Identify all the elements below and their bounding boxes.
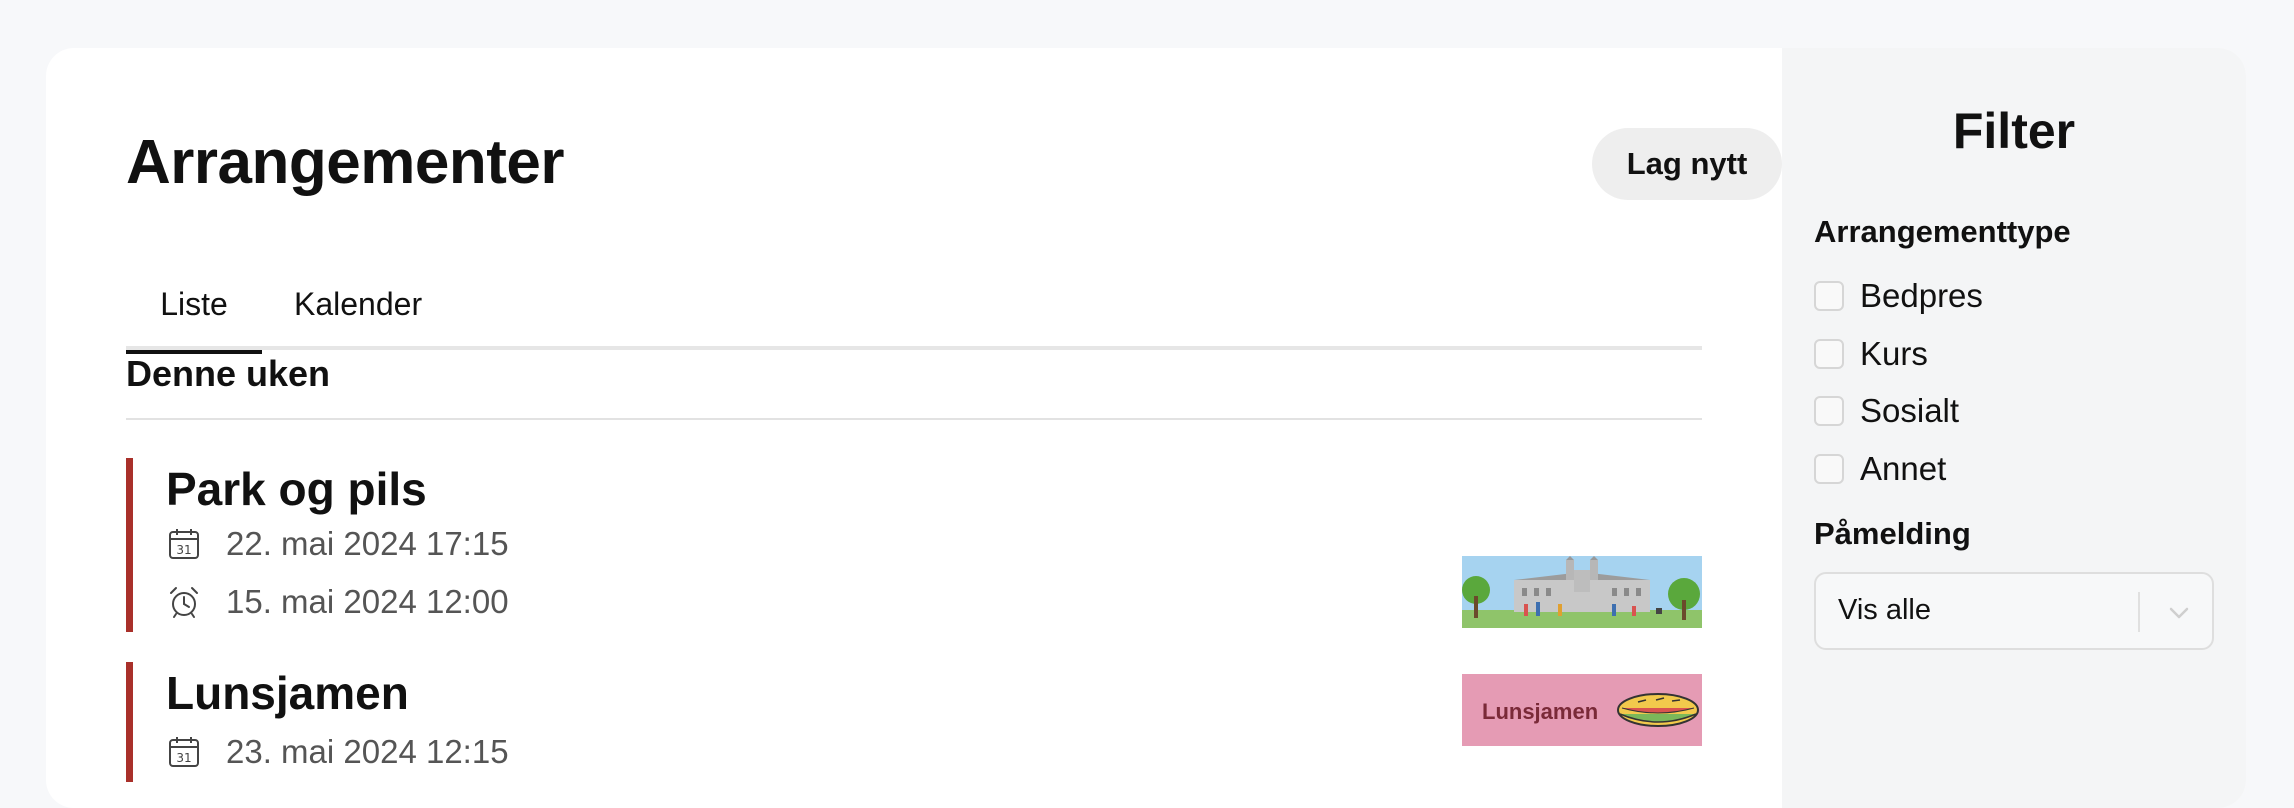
- event-date-row: 31 22. mai 2024 17:15: [166, 524, 509, 564]
- chevron-down-icon[interactable]: [2162, 596, 2196, 630]
- event-item-lunsjamen[interactable]: Lunsjamen 31 23. mai 2024 12:15 Lunsjame…: [126, 662, 1702, 782]
- select-separator: [2138, 592, 2140, 632]
- filter-title: Filter: [1952, 103, 2076, 159]
- filter-option-label: Sosialt: [1860, 392, 1960, 429]
- calendar-icon: 31: [166, 526, 202, 562]
- signup-group-title: Påmelding: [1814, 516, 1971, 551]
- filter-option-annet[interactable]: Annet: [1814, 449, 1946, 489]
- filter-option-bedpres[interactable]: Bedpres: [1814, 276, 1983, 316]
- select-value: Vis alle: [1838, 594, 1931, 626]
- filter-option-label: Kurs: [1860, 335, 1928, 372]
- tab-calendar[interactable]: Kalender: [294, 228, 422, 350]
- filter-option-kurs[interactable]: Kurs: [1814, 334, 1928, 374]
- calendar-icon: 31: [166, 734, 202, 770]
- signup-filter-select[interactable]: Vis alle: [1814, 572, 2214, 650]
- registration-date: 15. mai 2024 12:00: [226, 583, 509, 620]
- event-title: Park og pils: [166, 463, 427, 515]
- events-card: Arrangementer Lag nytt Liste Kalender De…: [46, 48, 2246, 808]
- checkbox[interactable]: [1814, 396, 1844, 426]
- filter-option-sosialt[interactable]: Sosialt: [1814, 391, 1959, 431]
- section-title-this-week: Denne uken: [126, 353, 331, 394]
- svg-text:31: 31: [176, 751, 191, 765]
- checkbox[interactable]: [1814, 281, 1844, 311]
- checkbox[interactable]: [1814, 454, 1844, 484]
- filter-option-label: Annet: [1860, 450, 1947, 487]
- event-date-row: 31 23. mai 2024 12:15: [166, 732, 509, 772]
- page-title: Arrangementer: [126, 128, 564, 197]
- filter-option-label: Bedpres: [1860, 277, 1983, 314]
- event-date: 23. mai 2024 12:15: [226, 733, 509, 770]
- checkbox[interactable]: [1814, 339, 1844, 369]
- svg-text:31: 31: [176, 543, 191, 557]
- event-date: 22. mai 2024 17:15: [226, 525, 509, 562]
- event-title: Lunsjamen: [166, 667, 409, 719]
- event-type-group-title: Arrangementtype: [1814, 214, 2071, 249]
- section-divider: [126, 418, 1702, 420]
- alarm-clock-icon: [166, 584, 202, 620]
- registration-date-row: 15. mai 2024 12:00: [166, 582, 509, 622]
- tab-list[interactable]: Liste: [126, 228, 262, 354]
- event-image-park: [1462, 556, 1702, 628]
- filter-sidebar: Filter Arrangementtype Bedpres Kurs Sosi…: [1782, 48, 2246, 808]
- view-tabs: Liste Kalender: [126, 228, 1702, 354]
- lunsjamen-banner-text: Lunsjamen: [1482, 699, 1598, 724]
- create-event-button[interactable]: Lag nytt: [1592, 128, 1782, 200]
- event-image-lunsjamen: Lunsjamen: [1462, 674, 1702, 746]
- event-item-park-og-pils[interactable]: Park og pils 31 22. mai 2024 17:15 15. m…: [126, 458, 1702, 632]
